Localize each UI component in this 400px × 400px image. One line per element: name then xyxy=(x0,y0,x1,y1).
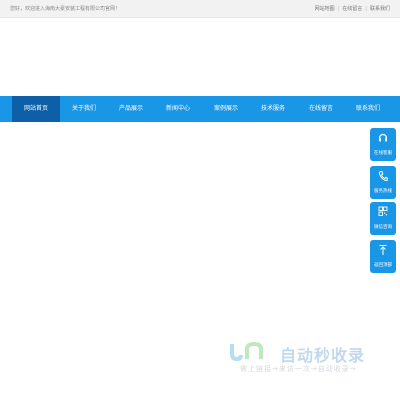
watermark-subtitle: 做上链接→来访一次→自动收录→ xyxy=(240,365,357,373)
nav-item-news[interactable]: 新闻中心 xyxy=(154,96,202,122)
hotline-label: 服务热线 xyxy=(374,189,392,194)
wechat-button[interactable]: 微信咨询 xyxy=(370,202,396,235)
nav-item-tech-service[interactable]: 技术服务 xyxy=(249,96,297,122)
back-to-top-label: 返回顶部 xyxy=(374,263,392,268)
phone-icon xyxy=(378,171,388,182)
online-service-label: 在线客服 xyxy=(374,151,392,156)
message-link[interactable]: 在线留言 xyxy=(342,6,362,12)
online-service-button[interactable]: 在线客服 xyxy=(370,128,396,161)
top-bar: 您好，欢迎进入海南大豪安装工程有限公司官网！ 网站地图 | 在线留言 | 联系我们 xyxy=(0,0,400,18)
watermark: 自动秒收录 做上链接→来访一次→自动收录→ xyxy=(228,336,388,384)
top-links: 网站地图 | 在线留言 | 联系我们 xyxy=(314,6,390,12)
nav-item-home[interactable]: 网站首页 xyxy=(12,96,60,122)
nav-item-about[interactable]: 关于我们 xyxy=(60,96,108,122)
wechat-label: 微信咨询 xyxy=(374,225,392,230)
sitemap-link[interactable]: 网站地图 xyxy=(315,6,335,12)
arrow-up-icon xyxy=(379,245,387,255)
headset-icon xyxy=(378,133,388,142)
welcome-text: 您好，欢迎进入海南大豪安装工程有限公司官网！ xyxy=(10,6,121,12)
qrcode-icon xyxy=(378,206,388,216)
watermark-title: 自动秒收录 xyxy=(280,346,366,365)
nav-item-cases[interactable]: 案例展示 xyxy=(202,96,250,122)
watermark-logo xyxy=(230,341,263,362)
contact-link[interactable]: 联系我们 xyxy=(370,6,390,12)
hotline-button[interactable]: 服务热线 xyxy=(370,166,396,199)
main-nav: 网站首页 关于我们 产品展示 新闻中心 案例展示 技术服务 在线留言 联系我们 xyxy=(0,96,400,122)
nav-item-contact[interactable]: 联系我们 xyxy=(344,96,392,122)
nav-item-products[interactable]: 产品展示 xyxy=(107,96,155,122)
back-to-top-button[interactable]: 返回顶部 xyxy=(370,240,396,273)
nav-item-online-message[interactable]: 在线留言 xyxy=(297,96,345,122)
